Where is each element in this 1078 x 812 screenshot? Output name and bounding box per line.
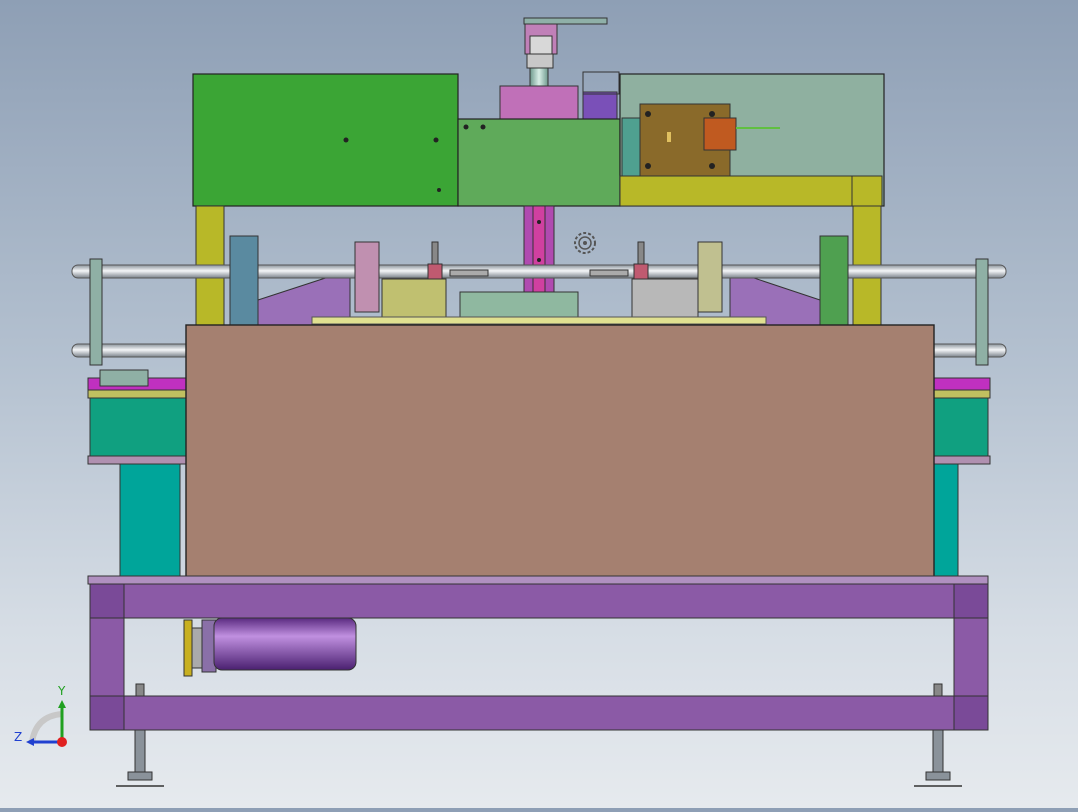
coordinate-triad: Y Z <box>14 684 74 750</box>
cad-viewport[interactable]: Y Z <box>0 0 1078 808</box>
upper-left-green-cabinet <box>192 73 459 207</box>
triad-y-label: Y <box>58 684 66 698</box>
sprocket-gear <box>574 232 596 254</box>
triad-z-label: Z <box>14 730 23 744</box>
main-brown-cover <box>185 324 935 578</box>
drive-motor <box>183 617 357 677</box>
upper-middle-green-block <box>457 118 621 207</box>
triad-arc <box>29 711 63 743</box>
upper-right-housing <box>619 73 885 207</box>
machine-assembly-drawing <box>71 17 1007 787</box>
x-axis-dot <box>57 737 67 747</box>
